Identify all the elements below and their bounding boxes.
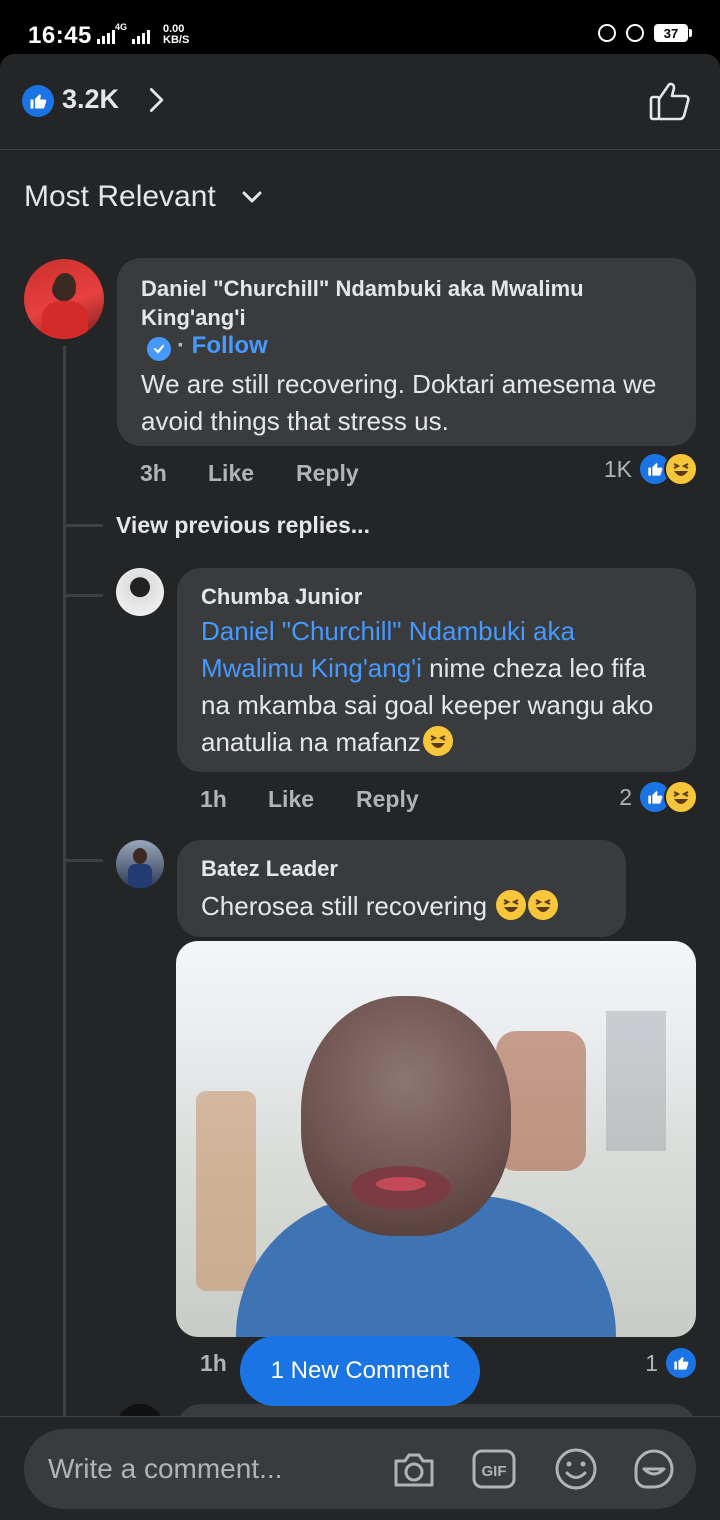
avatar[interactable]	[24, 259, 104, 339]
follow-row: · Follow	[147, 332, 268, 361]
alarm-icon	[626, 24, 644, 42]
battery-level: 37	[654, 24, 688, 42]
reply-time: 1h	[200, 786, 227, 812]
comment-author[interactable]: Daniel "Churchill" Ndambuki aka Mwalimu …	[141, 274, 661, 332]
sort-dropdown[interactable]: Most Relevant	[24, 180, 216, 214]
battery-icon: 37	[654, 24, 692, 42]
avatar[interactable]	[116, 840, 164, 888]
reply-button[interactable]: Reply	[356, 786, 419, 813]
signal-icon-2	[132, 26, 150, 44]
reaction-summary[interactable]: 2	[619, 780, 698, 814]
reply-body: Cherosea still recovering	[201, 891, 488, 921]
reply-bubble: Chumba Junior Daniel "Churchill" Ndambuk…	[177, 568, 696, 772]
reply-author[interactable]: Chumba Junior	[201, 582, 362, 611]
like-reaction-icon	[664, 1346, 698, 1380]
verified-badge-icon	[147, 337, 171, 361]
haha-reaction-icon	[664, 452, 698, 486]
haha-emoji-icon	[496, 890, 527, 920]
reply-button[interactable]: Reply	[296, 460, 359, 487]
svg-text:GIF: GIF	[482, 1463, 507, 1480]
reply-time: 1h	[200, 1350, 227, 1376]
emoji-icon[interactable]	[552, 1445, 600, 1493]
follow-link[interactable]: Follow	[192, 332, 268, 359]
rotation-lock-icon	[598, 24, 616, 42]
thread-line	[63, 346, 66, 1416]
comment-text: We are still recovering. Doktari amesema…	[141, 369, 657, 436]
reaction-summary[interactable]: 1	[645, 1346, 698, 1380]
thumbs-up-outline-icon[interactable]	[648, 80, 692, 122]
gif-icon[interactable]: GIF	[470, 1445, 518, 1493]
haha-emoji-icon	[528, 890, 559, 920]
like-button[interactable]: Like	[268, 786, 314, 813]
thread-branch	[63, 859, 103, 862]
chevron-right-icon[interactable]	[142, 86, 170, 114]
camera-icon[interactable]	[390, 1445, 438, 1493]
thread-branch	[63, 524, 103, 527]
comment-bubble: Daniel "Churchill" Ndambuki aka Mwalimu …	[117, 258, 696, 446]
speed-unit: KB/S	[163, 34, 190, 46]
status-icons: 37	[598, 24, 692, 42]
reaction-summary[interactable]: 1K	[604, 452, 698, 486]
haha-reaction-icon	[664, 780, 698, 814]
like-reaction-icon	[22, 85, 54, 117]
reactions-header: 3.2K	[0, 54, 720, 150]
new-comment-button[interactable]: 1 New Comment	[240, 1336, 480, 1406]
comment-placeholder: Write a comment...	[48, 1453, 283, 1484]
reaction-count: 1K	[603, 455, 632, 482]
comment-time: 3h	[140, 460, 167, 486]
comments-sheet: 3.2K Most Relevant Daniel "Churchill" Nd…	[0, 54, 720, 1520]
status-time: 16:45	[28, 22, 92, 49]
comment-composer: Write a comment... GIF	[0, 1416, 720, 1520]
network-speed: 0.00 KB/S	[163, 24, 189, 46]
status-bar: 16:45 4G 0.00 KB/S 37	[0, 0, 720, 60]
reply-bubble: Batez Leader Cherosea still recovering	[177, 840, 626, 937]
view-previous-replies[interactable]: View previous replies...	[116, 512, 370, 539]
reaction-count: 1	[645, 1349, 658, 1376]
chevron-down-icon[interactable]	[242, 190, 262, 204]
reply-author[interactable]: Batez Leader	[201, 854, 338, 883]
reply-photo[interactable]	[176, 941, 696, 1337]
like-count[interactable]: 3.2K	[62, 84, 119, 115]
reply-text: Cherosea still recovering	[201, 888, 559, 925]
reply-text: Daniel "Churchill" Ndambuki aka Mwalimu …	[201, 613, 671, 761]
comment-input[interactable]: Write a comment... GIF	[24, 1429, 696, 1509]
thread-branch	[63, 594, 103, 597]
network-type: 4G	[115, 22, 128, 32]
avatar[interactable]	[116, 568, 164, 616]
signal-icon	[97, 26, 115, 44]
sticker-icon[interactable]	[630, 1445, 678, 1493]
reaction-count: 2	[619, 783, 632, 810]
like-button[interactable]: Like	[208, 460, 254, 487]
haha-emoji-icon	[422, 726, 453, 756]
